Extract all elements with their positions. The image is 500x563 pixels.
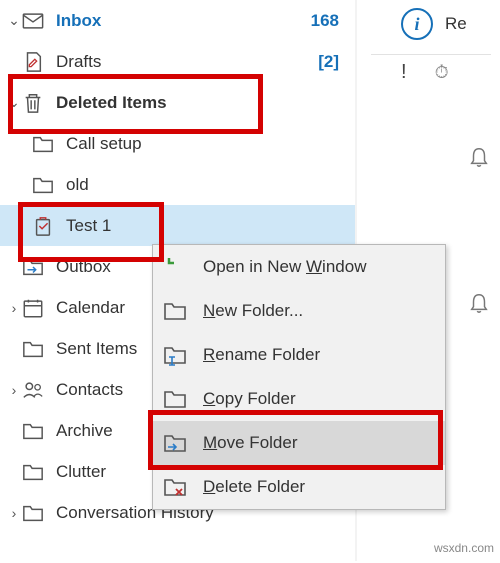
menu-open-new-window[interactable]: Open in New Window (153, 245, 445, 289)
rename-folder-icon (163, 343, 187, 367)
delete-folder-icon (163, 475, 187, 499)
importance-icon[interactable]: ! (401, 61, 407, 84)
new-window-add-icon (163, 255, 187, 279)
folder-context-menu: Open in New Window New Folder... Rename … (152, 244, 446, 510)
menu-new-folder[interactable]: New Folder... (153, 289, 445, 333)
folder-item-drafts[interactable]: › Drafts [2] (0, 41, 355, 82)
folder-item-test1[interactable]: › Test 1 (0, 205, 355, 246)
draft-icon (22, 51, 44, 73)
chevron-down-icon: ⌄ (8, 94, 20, 111)
trash-icon (22, 92, 44, 114)
folder-label: old (66, 175, 355, 195)
watermark: wsxdn.com (434, 541, 494, 555)
folder-icon (22, 338, 44, 360)
folder-icon (22, 461, 44, 483)
folder-icon (22, 502, 44, 524)
chevron-right-icon: › (8, 300, 20, 316)
menu-label: Rename Folder (203, 345, 320, 365)
outbox-icon (22, 256, 44, 278)
chevron-right-icon: › (8, 505, 20, 521)
bell-icon[interactable] (468, 144, 490, 170)
people-icon (22, 379, 44, 401)
menu-rename-folder[interactable]: Rename Folder (153, 333, 445, 377)
folder-icon (32, 174, 54, 196)
menu-label: Copy Folder (203, 389, 296, 409)
menu-label: Move Folder (203, 433, 298, 453)
folder-label: Call setup (66, 134, 355, 154)
folder-label: Test 1 (66, 216, 355, 236)
envelope-icon (22, 10, 44, 32)
info-icon: i (401, 8, 433, 40)
menu-label: Open in New Window (203, 257, 366, 277)
folder-icon (22, 420, 44, 442)
unread-count: 168 (311, 11, 339, 31)
reminder-icon[interactable]: ⏱ (435, 62, 449, 83)
menu-move-folder[interactable]: Move Folder (153, 421, 445, 465)
draft-count: [2] (318, 52, 339, 72)
folder-item-deleted[interactable]: ⌄ Deleted Items (0, 82, 355, 123)
clipboard-icon (32, 215, 54, 237)
menu-label: New Folder... (203, 301, 303, 321)
calendar-icon (22, 297, 44, 319)
folder-label: Drafts (56, 52, 318, 72)
folder-label: Deleted Items (56, 93, 355, 113)
folder-icon (163, 387, 187, 411)
folder-item-inbox[interactable]: ⌄ Inbox 168 (0, 0, 355, 41)
folder-item-callsetup[interactable]: › Call setup (0, 123, 355, 164)
folder-icon (163, 299, 187, 323)
menu-delete-folder[interactable]: Delete Folder (153, 465, 445, 509)
folder-label: Inbox (56, 11, 311, 31)
menu-copy-folder[interactable]: Copy Folder (153, 377, 445, 421)
folder-icon (32, 133, 54, 155)
folder-item-old[interactable]: › old (0, 164, 355, 205)
move-folder-icon (163, 431, 187, 455)
menu-label: Delete Folder (203, 477, 305, 497)
bell-icon[interactable] (468, 290, 490, 316)
reply-label[interactable]: Re (445, 14, 467, 34)
chevron-right-icon: › (8, 382, 20, 398)
chevron-down-icon: ⌄ (8, 12, 20, 29)
